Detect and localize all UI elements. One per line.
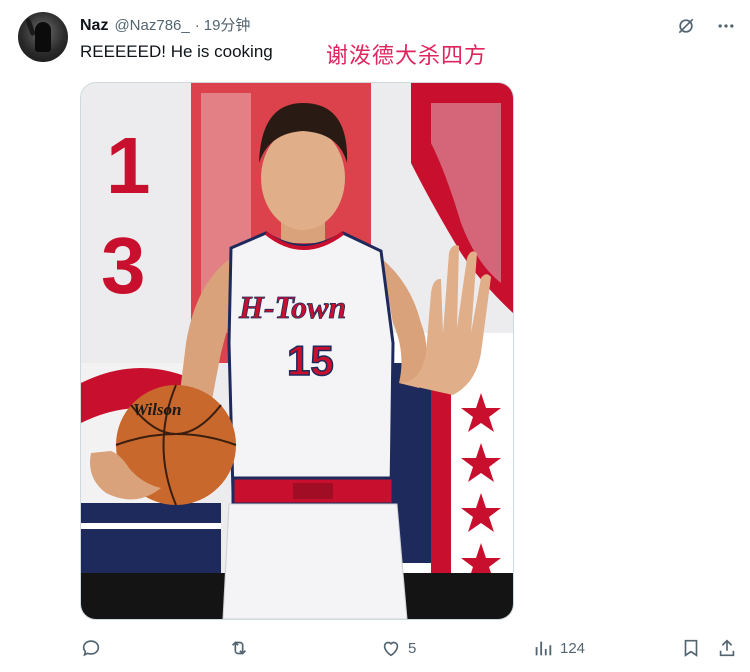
reply-icon xyxy=(82,640,100,657)
views-icon xyxy=(535,641,552,656)
share-icon xyxy=(719,639,735,657)
tweet-time[interactable]: 19分钟 xyxy=(204,14,251,35)
author-handle[interactable]: @Naz786_ xyxy=(114,17,189,34)
jersey-wordmark: H-Town xyxy=(238,289,346,325)
tweet-media-image[interactable]: 1 3 H-Town 15 Wilson xyxy=(80,82,514,620)
tweet-header: Naz @Naz786_ · 19分钟 xyxy=(80,14,250,36)
avatar-figure xyxy=(35,22,51,52)
separator-dot: · xyxy=(194,17,200,34)
backdrop-number-3: 3 xyxy=(101,221,146,310)
tweet-top-actions xyxy=(674,14,738,38)
like-button[interactable]: 5 xyxy=(380,637,416,659)
bookmark-icon xyxy=(684,639,698,657)
ball-brand: Wilson xyxy=(133,400,182,419)
tweet-text: REEEEED! He is cooking xyxy=(80,42,273,61)
retweet-icon xyxy=(231,641,247,655)
reply-button[interactable] xyxy=(80,637,108,659)
like-count: 5 xyxy=(408,639,417,657)
avatar[interactable] xyxy=(18,12,68,62)
retweet-button[interactable] xyxy=(228,637,256,659)
overlay-caption: 谢泼德大杀四方 xyxy=(326,44,488,69)
share-button[interactable] xyxy=(716,637,738,659)
tweet-action-bar: 5 124 xyxy=(80,634,740,662)
bookmark-button[interactable] xyxy=(680,637,702,659)
more-icon[interactable] xyxy=(714,14,738,38)
jersey-number: 15 xyxy=(287,337,334,384)
backdrop-number-1: 1 xyxy=(106,121,151,210)
author-name[interactable]: Naz xyxy=(80,17,108,35)
grok-icon[interactable] xyxy=(674,14,698,38)
player-photo: 1 3 H-Town 15 Wilson xyxy=(81,83,513,619)
views-button[interactable]: 124 xyxy=(532,637,585,659)
views-count: 124 xyxy=(560,639,586,657)
heart-icon xyxy=(383,641,399,657)
